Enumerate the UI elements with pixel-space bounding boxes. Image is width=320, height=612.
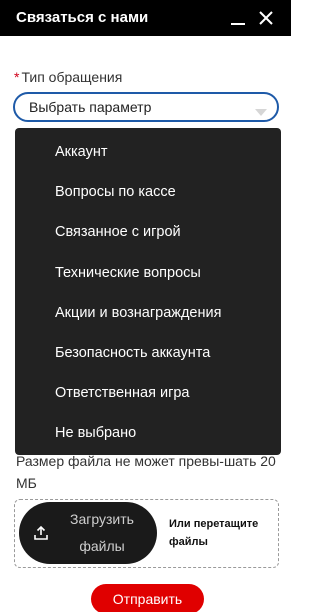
drag-drop-hint: Или перетащите файлы (169, 518, 259, 548)
submit-button[interactable]: Отправить (91, 584, 204, 612)
upload-files-label: Загрузить файлы (70, 511, 134, 554)
file-size-note: Размер файла не может превы-шать 20 МБ (16, 453, 276, 491)
request-type-label: * Тип обращения (14, 69, 122, 85)
request-type-dropdown: Аккаунт Вопросы по кассе Связанное с игр… (15, 128, 281, 455)
minimize-icon[interactable] (226, 6, 250, 30)
contact-us-window: Связаться с нами * Тип обращения Выбрать … (0, 0, 291, 612)
chevron-down-icon (254, 104, 268, 116)
dropdown-option-responsible-gaming[interactable]: Ответственная игра (15, 373, 281, 413)
dropdown-option-account[interactable]: Аккаунт (15, 132, 281, 172)
dropdown-option-cashier[interactable]: Вопросы по кассе (15, 172, 281, 212)
window-title: Связаться с нами (16, 9, 149, 26)
dropdown-option-not-selected[interactable]: Не выбрано (15, 413, 281, 453)
dropdown-option-technical[interactable]: Технические вопросы (15, 253, 281, 293)
dropdown-option-game-related[interactable]: Связанное с игрой (15, 212, 281, 252)
request-type-selected-value: Выбрать параметр (29, 99, 152, 115)
title-bar: Связаться с нами (0, 0, 291, 36)
file-dropzone[interactable]: Загрузить файлы Или перетащите файлы (14, 499, 279, 568)
request-type-label-text: Тип обращения (21, 69, 123, 85)
request-type-select[interactable]: Выбрать параметр (13, 92, 279, 122)
dropdown-option-promotions[interactable]: Акции и вознаграждения (15, 293, 281, 333)
required-mark: * (14, 69, 20, 85)
dropdown-option-account-security[interactable]: Безопасность аккаунта (15, 333, 281, 373)
upload-icon (33, 525, 49, 541)
upload-files-button[interactable]: Загрузить файлы (19, 502, 157, 564)
close-icon[interactable] (254, 6, 278, 30)
